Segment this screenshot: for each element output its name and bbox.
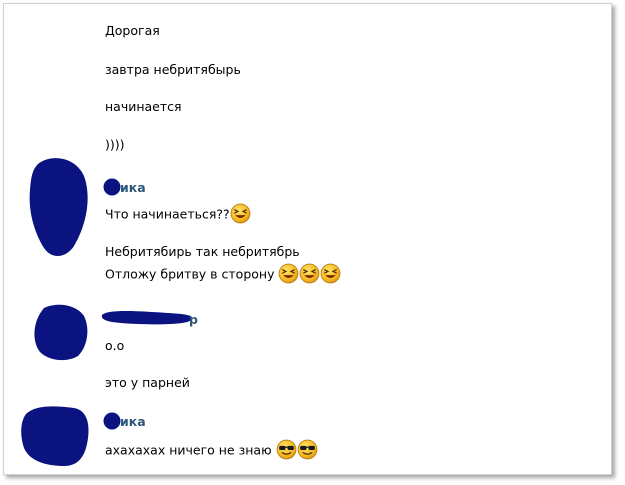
message-text: это у парней — [105, 375, 190, 390]
laughing-face-icon — [299, 263, 320, 284]
redacted-name-blot — [103, 178, 121, 196]
chat-frame — [3, 3, 612, 475]
sender-name[interactable]: ика — [120, 180, 146, 195]
message-text: о.о — [105, 338, 125, 353]
message-text: ахахахах ничего не знаю — [105, 442, 318, 460]
avatar[interactable] — [30, 300, 90, 362]
message-text: Небритябирь так небритябрь — [105, 244, 300, 259]
message-body: Отложу бритву в сторону — [105, 266, 275, 282]
sunglasses-face-icon — [276, 439, 297, 460]
avatar[interactable] — [20, 150, 90, 260]
redacted-name-blot — [101, 311, 193, 325]
laughing-face-icon — [320, 263, 341, 284]
sunglasses-face-icon — [297, 439, 318, 460]
message-text: Отложу бритву в сторону — [105, 266, 341, 284]
message-text: Дорогая — [105, 23, 160, 38]
sender-name[interactable]: ика — [120, 414, 146, 429]
message-body: Что начинаеться?? — [105, 206, 230, 222]
message-text: Что начинаеться?? — [105, 206, 251, 224]
avatar[interactable] — [18, 400, 92, 470]
sender-name[interactable]: р — [189, 312, 198, 327]
laughing-face-icon — [278, 263, 299, 284]
redacted-name-blot — [103, 412, 121, 430]
laughing-face-icon — [230, 203, 251, 224]
message-text: начинается — [105, 99, 182, 114]
message-text: )))) — [105, 137, 125, 152]
message-body: ахахахах ничего не знаю — [105, 442, 272, 458]
message-text: завтра небритябырь — [105, 62, 241, 77]
